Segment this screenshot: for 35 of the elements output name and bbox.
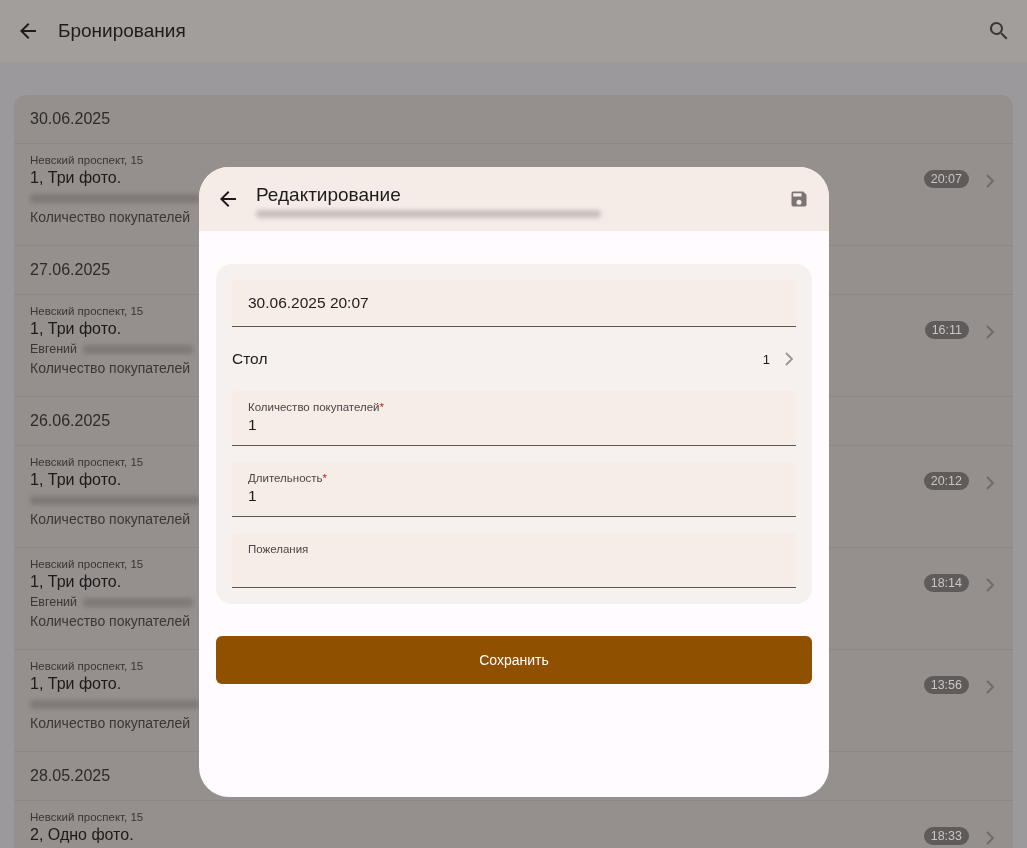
- time-badge: 18:33: [923, 827, 969, 845]
- booking-title: 1, Три фото.: [30, 573, 122, 591]
- booking-title: 1, Три фото.: [30, 471, 122, 489]
- booking-title: 2, Одно фото.: [30, 826, 134, 844]
- guests-text: Количество покупателей: [30, 360, 191, 376]
- booking-title: 1, Три фото.: [30, 320, 122, 338]
- address-text: Невский проспект, 15: [30, 660, 144, 672]
- booking-title: 1, Три фото.: [30, 169, 122, 187]
- address-text: Невский проспект, 15: [30, 811, 144, 823]
- address-text: Невский проспект, 15: [30, 558, 144, 570]
- time-badge: 16:11: [924, 321, 969, 339]
- address-text: Невский проспект, 15: [30, 456, 144, 468]
- contact-name: Евгений: [30, 342, 78, 356]
- guests-text: Количество покупателей: [30, 209, 191, 225]
- time-badge: 13:56: [923, 676, 969, 694]
- contact-name: Евгений: [30, 595, 78, 609]
- dialog-title: Редактирование: [256, 184, 402, 206]
- field-value: 1: [248, 415, 258, 435]
- field-label: Длительность*: [248, 471, 328, 484]
- screen-title: Бронирования: [58, 20, 187, 42]
- field-label: Пожелания: [248, 542, 310, 555]
- field-value: 1: [248, 486, 258, 506]
- field-label: Количество покупателей*: [248, 400, 386, 413]
- picker-label: Стол: [232, 350, 269, 368]
- guests-text: Количество покупателей: [30, 613, 191, 629]
- time-badge: 18:14: [923, 574, 969, 592]
- booking-title: 1, Три фото.: [30, 675, 122, 693]
- date-header: 30.06.2025: [14, 95, 1013, 144]
- guests-text: Количество покупателей: [30, 511, 191, 527]
- time-badge: 20:12: [923, 472, 969, 490]
- guests-text: Количество покупателей: [30, 715, 191, 731]
- picker-value: 1: [762, 351, 770, 367]
- address-text: Невский проспект, 15: [30, 305, 144, 317]
- address-text: Невский проспект, 15: [30, 154, 144, 166]
- time-badge: 20:07: [923, 170, 969, 188]
